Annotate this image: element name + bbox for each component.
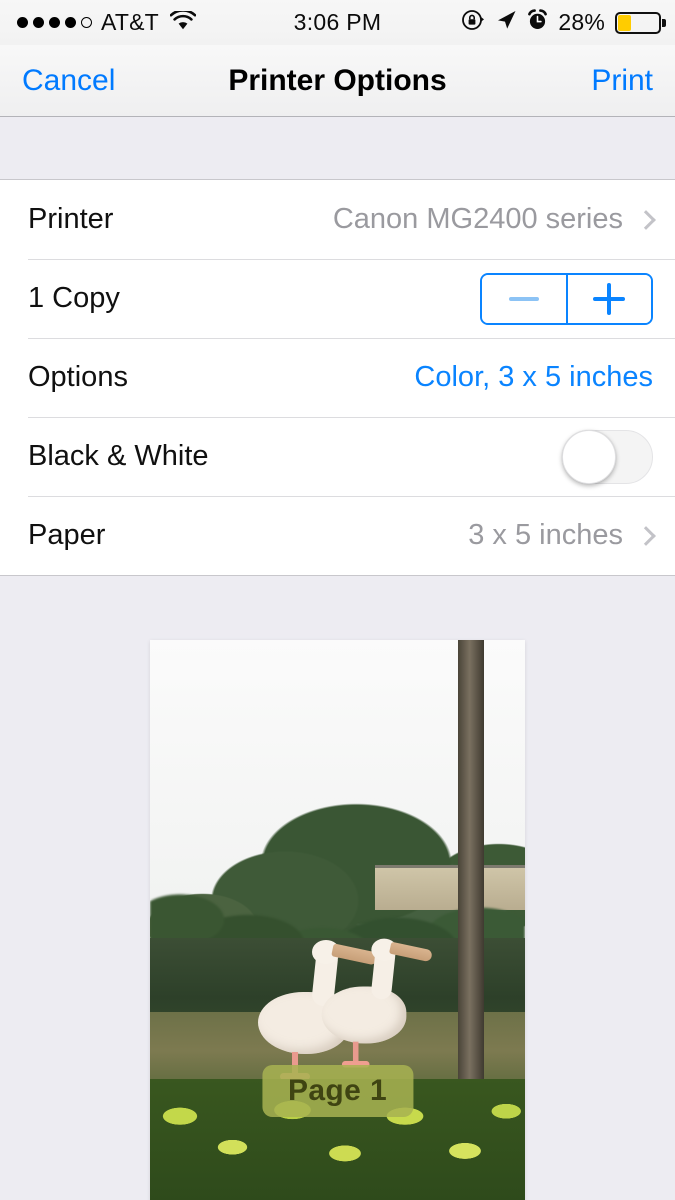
toggle-knob xyxy=(562,429,616,484)
black-and-white-row-right xyxy=(562,429,653,484)
page-preview-thumbnail[interactable]: Page 1 xyxy=(150,640,525,1200)
options-row-right: Color, 3 x 5 inches xyxy=(414,361,653,394)
printer-row[interactable]: Printer Canon MG2400 series xyxy=(0,180,675,259)
printer-options-screen: AT&T 3:06 PM 28% Cancel Printer Options … xyxy=(0,0,675,1200)
minus-icon xyxy=(508,296,539,301)
chevron-right-icon xyxy=(636,209,656,230)
printer-row-label: Printer xyxy=(28,203,114,235)
printer-row-right: Canon MG2400 series xyxy=(332,203,656,236)
black-and-white-row-label: Black & White xyxy=(28,440,209,472)
chevron-right-icon xyxy=(636,525,656,546)
clock-label: 3:06 PM xyxy=(293,9,382,35)
page-title: Printer Options xyxy=(228,63,447,97)
paper-row-right: 3 x 5 inches xyxy=(468,519,656,552)
page-number-badge: Page 1 xyxy=(261,1065,414,1117)
copies-row-label: 1 Copy xyxy=(28,282,120,314)
printer-row-value: Canon MG2400 series xyxy=(332,203,623,235)
plus-icon xyxy=(593,282,626,315)
options-row-value[interactable]: Color, 3 x 5 inches xyxy=(414,361,653,394)
paper-row[interactable]: Paper 3 x 5 inches xyxy=(0,496,675,575)
photo-palm-trunk xyxy=(457,640,484,1080)
printer-options-table: Printer Canon MG2400 series 1 Copy Optio… xyxy=(0,180,675,576)
copies-stepper[interactable] xyxy=(480,272,653,325)
copies-decrement-button[interactable] xyxy=(482,274,566,323)
black-and-white-row: Black & White xyxy=(0,417,675,496)
copies-row: 1 Copy xyxy=(0,259,675,338)
copies-increment-button[interactable] xyxy=(565,274,651,323)
black-and-white-toggle[interactable] xyxy=(562,429,653,484)
paper-row-value: 3 x 5 inches xyxy=(468,519,623,551)
options-row[interactable]: Options Color, 3 x 5 inches xyxy=(0,338,675,417)
paper-row-label: Paper xyxy=(28,519,106,551)
battery-icon xyxy=(615,11,666,34)
copies-row-right xyxy=(480,272,653,325)
section-gap xyxy=(0,117,675,180)
options-row-label: Options xyxy=(28,361,128,393)
photo-pelican-right xyxy=(321,938,433,1068)
status-bar: AT&T 3:06 PM 28% xyxy=(0,0,675,45)
navigation-bar: Cancel Printer Options Print xyxy=(0,45,675,117)
print-preview-area: Page 1 xyxy=(0,576,675,1200)
